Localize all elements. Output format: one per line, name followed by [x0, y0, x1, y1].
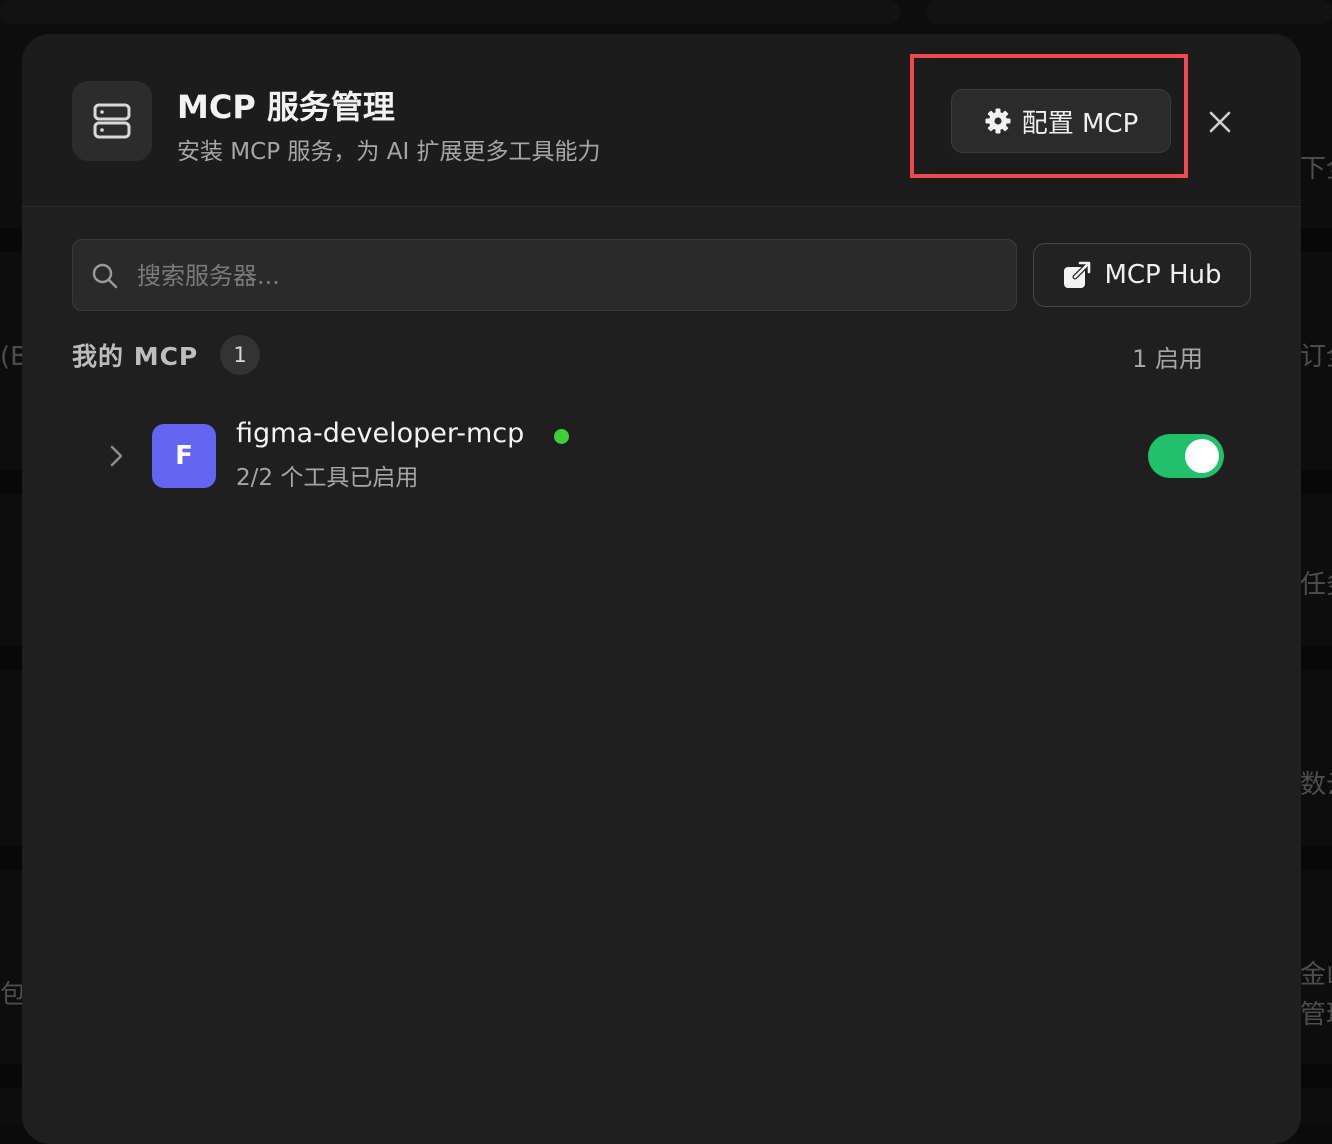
search-input[interactable] — [135, 240, 999, 312]
background-card — [0, 0, 900, 24]
close-icon[interactable] — [1202, 104, 1238, 140]
dialog-subtitle: 安装 MCP 服务，为 AI 扩展更多工具能力 — [177, 139, 601, 165]
dialog-header: MCP 服务管理 安装 MCP 服务，为 AI 扩展更多工具能力 配置 MCP — [22, 34, 1301, 207]
chevron-right-icon[interactable] — [104, 442, 128, 470]
background-text: 任务 — [1300, 570, 1332, 600]
dialog-title: MCP 服务管理 — [177, 88, 395, 126]
background-text: 订全 — [1300, 342, 1332, 372]
server-avatar: F — [152, 424, 216, 488]
background-text: 数云 — [1300, 770, 1332, 800]
search-field[interactable] — [72, 239, 1017, 312]
server-tools-summary: 2/2 个工具已启用 — [236, 465, 419, 491]
background-text: 下全 — [1300, 154, 1332, 184]
background-card — [926, 0, 1332, 24]
external-link-icon — [1062, 260, 1092, 290]
configure-mcp-button[interactable]: 配置 MCP — [951, 89, 1171, 153]
server-stack-icon — [72, 81, 152, 161]
server-row: F figma-developer-mcp 2/2 个工具已启用 — [82, 414, 1232, 498]
mcp-management-dialog: MCP 服务管理 安装 MCP 服务，为 AI 扩展更多工具能力 配置 MCP … — [22, 34, 1301, 1144]
gear-icon — [984, 107, 1012, 135]
mcp-hub-label: MCP Hub — [1104, 260, 1222, 290]
server-name: figma-developer-mcp — [236, 418, 525, 449]
server-enable-toggle[interactable] — [1148, 434, 1224, 478]
server-count-badge: 1 — [220, 335, 260, 375]
mcp-hub-button[interactable]: MCP Hub — [1033, 243, 1251, 307]
background-text: 金山 — [1300, 960, 1332, 990]
status-indicator — [554, 429, 569, 444]
toggle-knob — [1185, 439, 1219, 473]
enabled-summary: 1 启用 — [1132, 345, 1203, 373]
configure-mcp-label: 配置 MCP — [1021, 108, 1139, 139]
my-mcp-heading: 我的 MCP — [72, 342, 199, 371]
background-text: 管理 — [1300, 1000, 1332, 1030]
search-icon — [91, 262, 119, 290]
